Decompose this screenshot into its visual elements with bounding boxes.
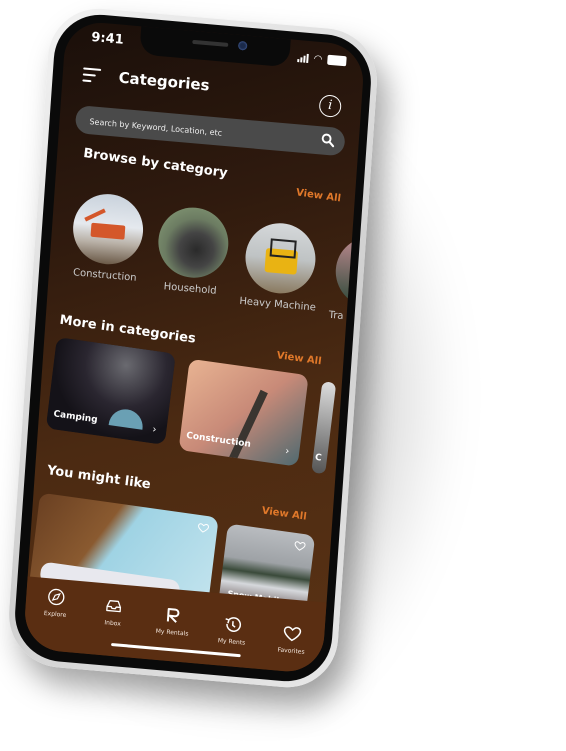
info-icon[interactable]: i bbox=[318, 94, 342, 119]
more-card[interactable]: Camping › bbox=[45, 337, 176, 445]
compass-icon bbox=[48, 588, 65, 606]
category-image-heavy-machine bbox=[243, 220, 318, 297]
category-image-household bbox=[156, 204, 231, 281]
card-label: Camping bbox=[52, 409, 99, 426]
menu-icon[interactable] bbox=[82, 67, 102, 87]
wifi-icon: ◠ bbox=[313, 52, 323, 65]
status-time: 9:41 bbox=[90, 30, 125, 48]
category-circle-list: Construction Household Heavy Machine Tra bbox=[59, 190, 365, 328]
tab-label: My Rents bbox=[217, 637, 246, 647]
tab-label: Favorites bbox=[277, 646, 305, 656]
tab-inbox[interactable]: Inbox bbox=[84, 594, 142, 630]
tent-graphic bbox=[108, 407, 145, 430]
inbox-icon bbox=[106, 600, 122, 613]
phone-mockup: 9:41 ◠ Categories i Browse by category V… bbox=[5, 4, 381, 692]
category-item[interactable]: Household bbox=[152, 204, 234, 297]
chevron-right-icon: › bbox=[284, 445, 290, 458]
browse-view-all-link[interactable]: View All bbox=[295, 187, 341, 204]
page-title: Categories bbox=[118, 68, 211, 95]
more-card[interactable]: C bbox=[311, 381, 337, 475]
status-icons: ◠ bbox=[297, 52, 347, 67]
category-item[interactable]: Heavy Machine bbox=[238, 220, 321, 314]
heart-icon bbox=[283, 626, 302, 642]
tab-my-rents[interactable]: My Rents bbox=[203, 612, 261, 648]
category-label: Heavy Machine bbox=[238, 295, 317, 314]
tab-label: Inbox bbox=[104, 619, 122, 628]
like-section-title: You might like bbox=[46, 463, 152, 493]
tab-explore[interactable]: Explore bbox=[27, 585, 85, 621]
camera bbox=[237, 40, 248, 51]
battery-icon bbox=[327, 54, 347, 67]
tab-favorites[interactable]: Favorites bbox=[263, 621, 321, 657]
signal-icon bbox=[297, 53, 310, 63]
home-indicator bbox=[111, 642, 241, 658]
history-icon bbox=[225, 617, 241, 632]
app-screen: 9:41 ◠ Categories i Browse by category V… bbox=[22, 19, 366, 675]
more-card[interactable]: Construction › bbox=[178, 358, 309, 467]
chevron-right-icon: › bbox=[151, 424, 158, 436]
category-label: Construction bbox=[72, 267, 137, 284]
crane-graphic bbox=[222, 389, 268, 467]
speaker bbox=[192, 39, 229, 47]
category-label: Household bbox=[163, 281, 217, 297]
card-label: C bbox=[314, 452, 323, 464]
tab-my-rentals[interactable]: My Rentals bbox=[144, 603, 202, 639]
favorite-heart-icon[interactable] bbox=[197, 521, 210, 535]
search-icon[interactable] bbox=[320, 132, 335, 148]
favorite-heart-icon[interactable] bbox=[293, 539, 306, 553]
category-image-excavator bbox=[70, 191, 146, 268]
tab-label: My Rentals bbox=[155, 627, 189, 638]
tab-label: Explore bbox=[43, 609, 67, 619]
search-input[interactable] bbox=[86, 106, 312, 156]
category-item[interactable]: Construction bbox=[67, 191, 149, 284]
browse-section-title: Browse by category bbox=[82, 145, 229, 182]
r-logo-icon bbox=[166, 608, 180, 623]
